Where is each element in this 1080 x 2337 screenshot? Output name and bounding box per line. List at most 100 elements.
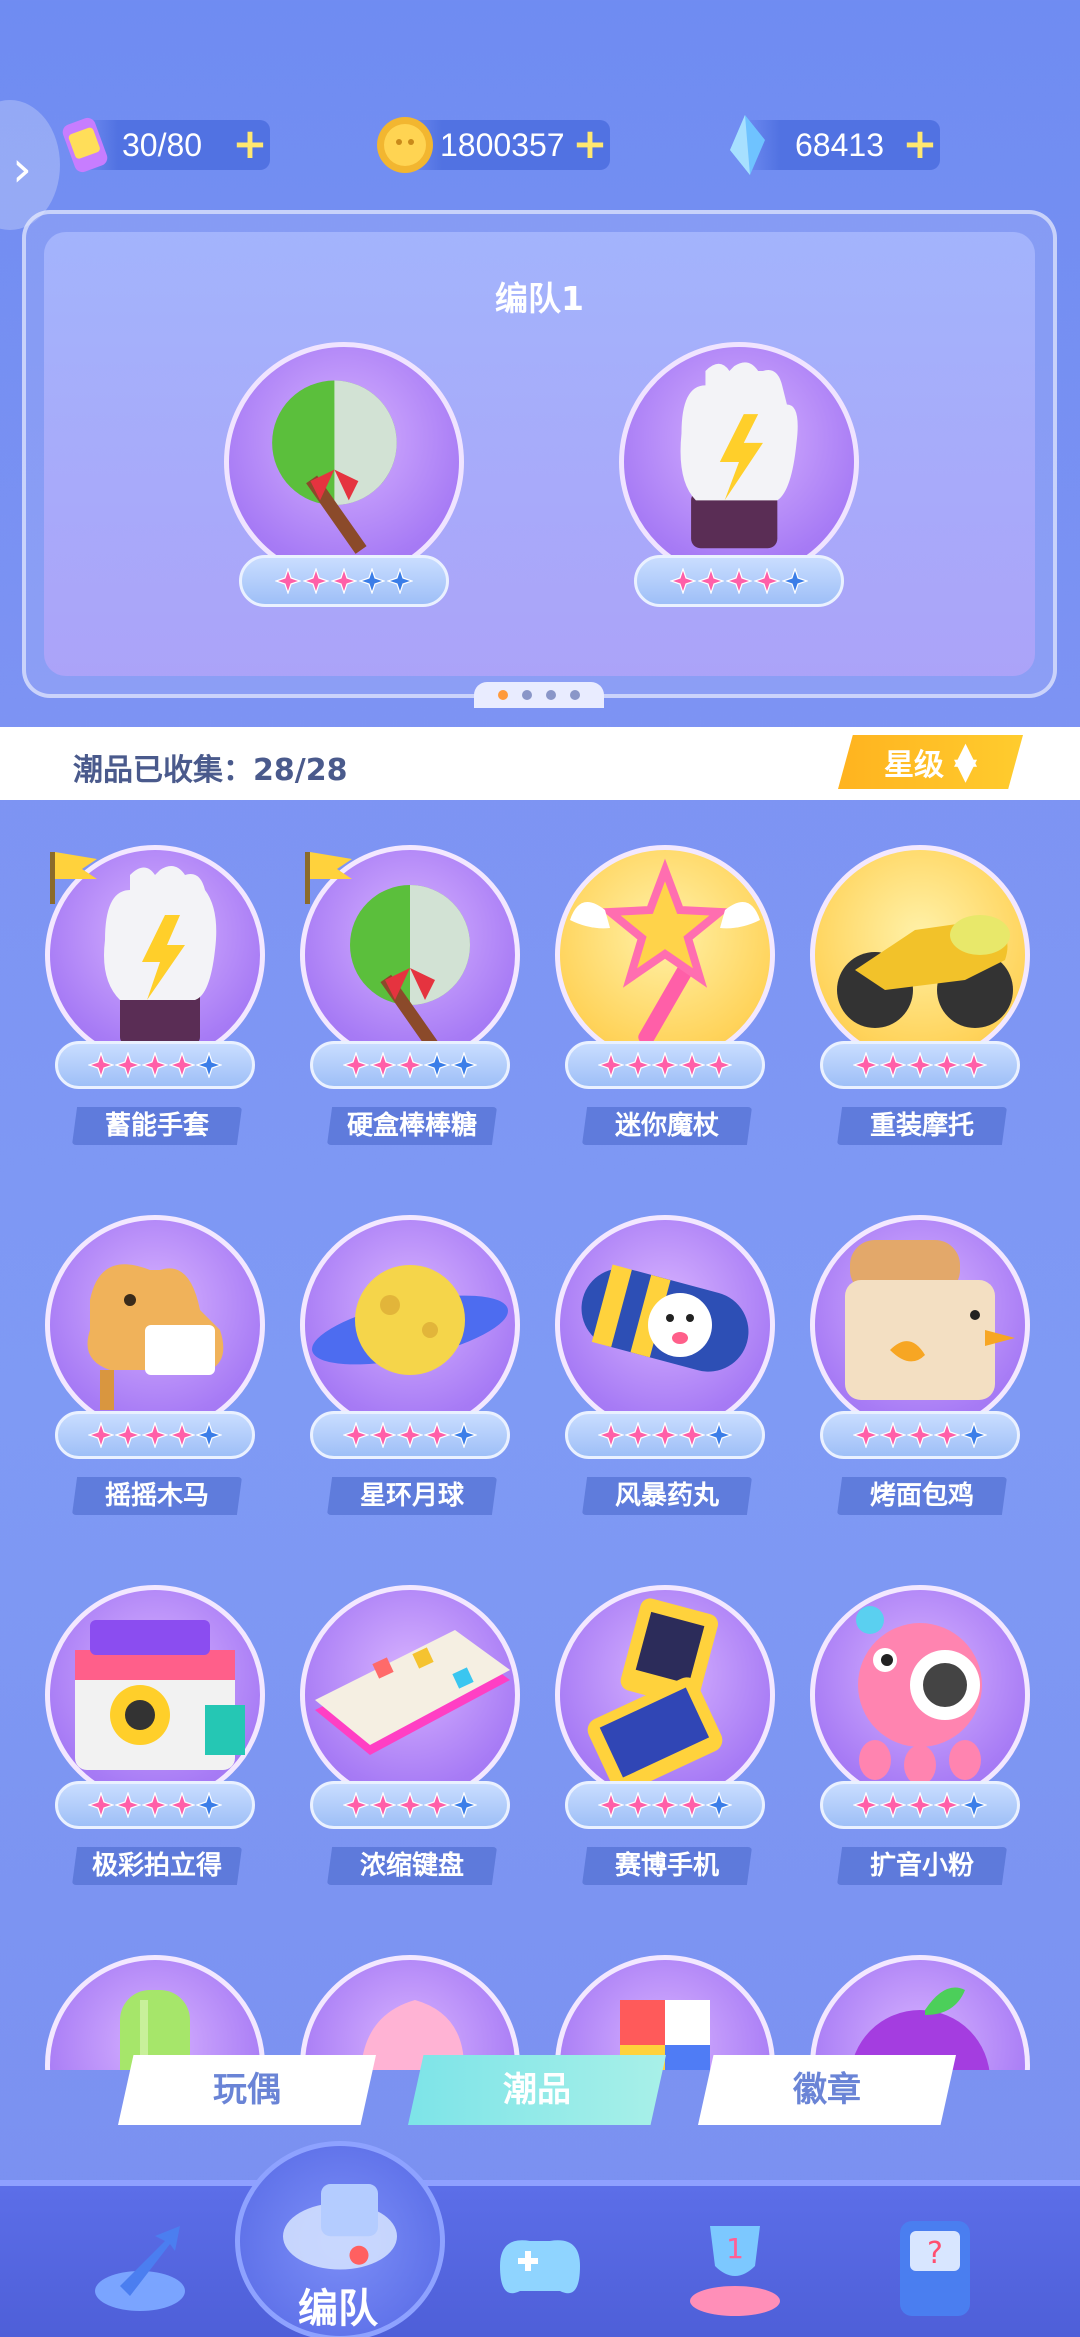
star-filled-icon (115, 1422, 141, 1448)
star-filled-icon (698, 568, 724, 594)
collection-item[interactable]: 赛博手机 (550, 1585, 780, 1885)
item-circle (45, 1215, 265, 1435)
item-circle (555, 1585, 775, 1805)
storm-pill-icon (581, 1264, 749, 1372)
star-filled-icon (652, 1052, 678, 1078)
collection-item[interactable]: 迷你魔杖 (550, 845, 780, 1145)
star-filled-icon (907, 1792, 933, 1818)
item-name: 烤面包鸡 (837, 1477, 1007, 1515)
star-filled-icon (331, 568, 357, 594)
svg-text:?: ? (927, 2236, 943, 2271)
star-filled-icon (853, 1052, 879, 1078)
add-energy-button[interactable]: + (230, 123, 270, 165)
item-name: 摇摇木马 (72, 1477, 242, 1515)
item-star-rating (55, 1781, 255, 1829)
crystal-icon (730, 115, 765, 175)
item-star-rating (310, 1411, 510, 1459)
star-filled-icon (907, 1052, 933, 1078)
gamepad-icon (500, 2240, 580, 2294)
equipped-flag-icon (305, 852, 352, 904)
arrow-icon (95, 2226, 185, 2311)
star-filled-icon (754, 568, 780, 594)
speaker-octopus-icon (856, 1606, 982, 1785)
star-filled-icon (115, 1792, 141, 1818)
toaster-chicken-icon (845, 1240, 1015, 1400)
collection-item[interactable]: 扩音小粉 (805, 1585, 1035, 1885)
star-filled-icon (343, 1052, 369, 1078)
flip-phone-icon (587, 1598, 723, 1793)
collection-item[interactable] (295, 1955, 525, 2070)
sort-arrows-icon: ▲ ▼ (953, 736, 978, 787)
team-slot-1[interactable] (224, 342, 464, 612)
star-filled-icon (880, 1052, 906, 1078)
keyboard-icon (315, 1630, 510, 1755)
sort-label: 星级 (883, 748, 944, 783)
star-filled-icon (424, 1792, 450, 1818)
item-grid: 蓄能手套 硬盒棒棒糖 迷你魔杖 重装摩托摇摇木马 星环月球 风暴药丸 烤面包鸡极彩拍立得 浓缩… (0, 800, 1080, 2070)
item-name: 星环月球 (327, 1477, 497, 1515)
star-filled-icon (397, 1792, 423, 1818)
star-filled-icon (169, 1422, 195, 1448)
star-filled-icon (88, 1792, 114, 1818)
collection-item[interactable]: 硬盒棒棒糖 (295, 845, 525, 1145)
tab-dolls[interactable]: 玩偶 (118, 2055, 376, 2125)
lollipop-icon (272, 380, 397, 554)
coin-value: 1800357 (440, 126, 565, 163)
collection-item[interactable]: 风暴药丸 (550, 1215, 780, 1515)
star-filled-icon (169, 1052, 195, 1078)
star-filled-icon (397, 1052, 423, 1078)
item-name: 极彩拍立得 (72, 1847, 242, 1885)
item-star-rating (820, 1041, 1020, 1089)
tab-badges[interactable]: 徽章 (698, 2055, 956, 2125)
popsicle-icon (120, 1990, 190, 2070)
nav-trophy-button[interactable]: 1 (675, 2206, 795, 2326)
item-name: 蓄能手套 (72, 1107, 242, 1145)
star-filled-icon (598, 1052, 624, 1078)
add-coin-button[interactable]: + (570, 123, 610, 165)
star-filled-icon (303, 568, 329, 594)
tab-trendy[interactable]: 潮品 (408, 2055, 666, 2125)
star-filled-icon (652, 1422, 678, 1448)
collection-item[interactable]: 浓缩键盘 (295, 1585, 525, 1885)
slot-item-circle (619, 342, 859, 582)
slot-star-rating (239, 555, 449, 607)
star-filled-icon (142, 1422, 168, 1448)
coin-counter: 1800357 + (377, 117, 610, 173)
page-dot (570, 690, 580, 700)
star-empty-icon (782, 568, 808, 594)
team-slot-2[interactable] (619, 342, 859, 612)
add-gem-button[interactable]: + (900, 123, 940, 165)
bottom-navigation: 编队 1 ? (0, 2141, 1080, 2337)
nav-gamepad-button[interactable] (480, 2206, 600, 2326)
team-panel: 编队1 (22, 210, 1057, 708)
collection-header: 潮品已收集：28/28 星级 ▲ ▼ (0, 727, 1080, 800)
collection-item[interactable]: 摇摇木马 (40, 1215, 270, 1515)
sort-button[interactable]: 星级 ▲ ▼ (838, 735, 1023, 789)
item-star-rating (820, 1781, 1020, 1829)
gem-counter: 68413 + (730, 115, 940, 175)
collection-item[interactable]: 星环月球 (295, 1215, 525, 1515)
collection-item[interactable]: 重装摩托 (805, 845, 1035, 1145)
star-filled-icon (934, 1422, 960, 1448)
item-star-rating (310, 1041, 510, 1089)
category-tabs: 玩偶 潮品 徽章 (118, 2055, 958, 2125)
nav-machine-button[interactable]: ? (880, 2206, 1000, 2326)
candy-icon (360, 2000, 464, 2070)
collection-item[interactable] (40, 1955, 270, 2070)
star-empty-icon (359, 568, 385, 594)
item-circle (300, 1585, 520, 1805)
nav-arrow-button[interactable] (85, 2206, 205, 2326)
star-empty-icon (196, 1792, 222, 1818)
energy-value: 30/80 (122, 126, 203, 163)
collection-item[interactable]: 蓄能手套 (40, 845, 270, 1145)
star-empty-icon (196, 1052, 222, 1078)
collection-item[interactable] (550, 1955, 780, 2070)
collection-item[interactable]: 极彩拍立得 (40, 1585, 270, 1885)
collection-item[interactable] (805, 1955, 1035, 2070)
star-filled-icon (880, 1422, 906, 1448)
page-dot (546, 690, 556, 700)
plum-icon (850, 1987, 990, 2070)
collection-item[interactable]: 烤面包鸡 (805, 1215, 1035, 1515)
star-empty-icon (424, 1052, 450, 1078)
star-filled-icon (670, 568, 696, 594)
